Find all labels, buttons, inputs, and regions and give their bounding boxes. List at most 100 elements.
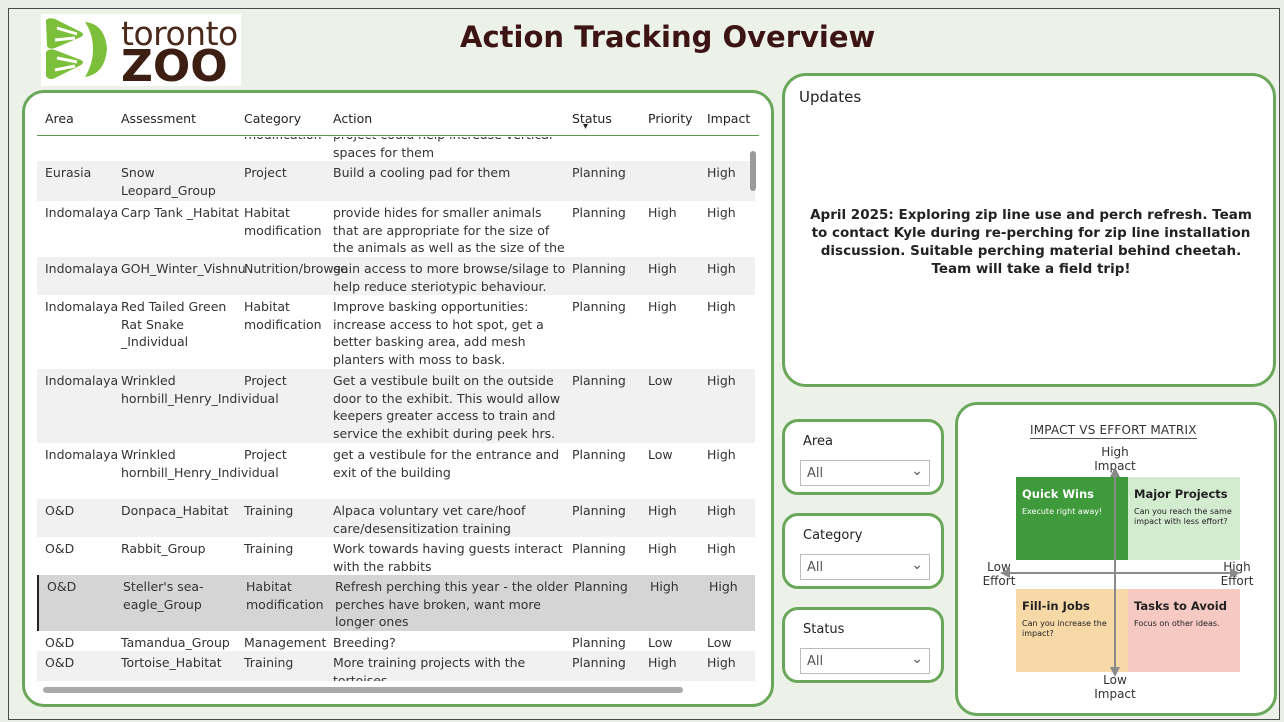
zoo-leaf-icon bbox=[46, 18, 107, 80]
cell-action: Build a cooling pad for them bbox=[333, 165, 511, 180]
category-dropdown-value: All bbox=[807, 560, 824, 575]
cell-status: Planning bbox=[572, 503, 626, 518]
cell-assessment: Steller's sea-eagle_Group bbox=[123, 579, 204, 612]
category-slicer: Category All ⌄ bbox=[782, 513, 944, 589]
cell-impact: High bbox=[707, 655, 736, 670]
table-row[interactable]: O&D Tortoise_Habitat Training More train… bbox=[37, 651, 755, 681]
cell-category: Habitat modification bbox=[244, 299, 322, 332]
table-row[interactable]: O&D Tamandua_Group Management Breeding? … bbox=[37, 631, 755, 651]
quadrant-quick-wins: Quick Wins Execute right away! bbox=[1016, 477, 1128, 560]
status-slicer-label: Status bbox=[803, 622, 845, 637]
updates-panel: Updates April 2025: Exploring zip line u… bbox=[782, 73, 1276, 387]
cell-impact: High bbox=[707, 205, 736, 220]
quadrant-title: Quick Wins bbox=[1022, 487, 1095, 501]
cell-status: Planning bbox=[572, 261, 626, 276]
cell-action: Breeding? bbox=[333, 635, 396, 650]
cell-action: More training projects with the tortoise… bbox=[333, 655, 526, 681]
table-row[interactable]: Indomalaya GOH_Winter_Vishnu Nutrition/b… bbox=[37, 257, 755, 295]
cell-area: Indomalaya bbox=[45, 299, 119, 314]
col-header-priority[interactable]: Priority bbox=[648, 111, 693, 126]
col-header-assessment[interactable]: Assessment bbox=[121, 111, 196, 126]
cell-status: Planning bbox=[572, 635, 626, 650]
cell-category: Nutrition/browse bbox=[244, 261, 348, 276]
col-header-status[interactable]: Status bbox=[572, 111, 612, 126]
quadrant-title: Tasks to Avoid bbox=[1134, 599, 1227, 613]
cell-impact: High bbox=[707, 447, 736, 462]
cell-category: modification bbox=[244, 137, 328, 144]
cell-priority: High bbox=[648, 261, 677, 276]
cell-impact: High bbox=[707, 299, 736, 314]
status-dropdown[interactable]: All ⌄ bbox=[800, 648, 930, 674]
table-header: Area Assessment Category Action Status ▾… bbox=[37, 101, 759, 136]
quadrant-sub: Focus on other ideas. bbox=[1134, 619, 1220, 628]
page-title: Action Tracking Overview bbox=[460, 20, 876, 54]
area-slicer-label: Area bbox=[803, 434, 833, 449]
table-row[interactable]: O&D Rabbit_Group Training Work towards h… bbox=[37, 537, 755, 575]
area-slicer: Area All ⌄ bbox=[782, 419, 944, 495]
cell-action: get a vestibule for the entrance and exi… bbox=[333, 447, 560, 480]
cell-area: Indomalaya bbox=[45, 447, 119, 462]
action-table-panel: Area Assessment Category Action Status ▾… bbox=[22, 90, 774, 707]
table-row[interactable]: Indomalaya Wrinkled hornbill_Henry_Indiv… bbox=[37, 369, 755, 443]
cell-category: Training bbox=[244, 655, 294, 670]
sort-desc-icon: ▾ bbox=[583, 121, 589, 132]
table-row[interactable]: Indomalaya Red Tailed Green Rat Snake _I… bbox=[37, 295, 755, 369]
col-header-action[interactable]: Action bbox=[333, 111, 372, 126]
cell-assessment: Carp Tank _Habitat bbox=[121, 205, 239, 220]
cell-assessment: Donpaca_Habitat bbox=[121, 503, 229, 518]
cell-status: Planning bbox=[572, 655, 626, 670]
matrix-title: IMPACT VS EFFORT MATRIX bbox=[1030, 423, 1197, 439]
cell-priority: Low bbox=[648, 447, 673, 462]
cell-area: Indomalaya bbox=[45, 261, 119, 276]
cell-action: Refresh perching this year - the older p… bbox=[335, 579, 569, 629]
quadrant-sub: Can you increase the impact? bbox=[1022, 619, 1107, 638]
cell-priority: Low bbox=[648, 373, 673, 388]
col-header-category[interactable]: Category bbox=[244, 111, 301, 126]
category-dropdown[interactable]: All ⌄ bbox=[800, 554, 930, 580]
cell-priority: High bbox=[648, 205, 677, 220]
cell-impact: High bbox=[707, 261, 736, 276]
table-row[interactable]: Eurasia Snow Leopard_Group Project Build… bbox=[37, 161, 755, 201]
cell-area: O&D bbox=[47, 579, 77, 594]
cell-area: Eurasia bbox=[45, 165, 92, 180]
impact-effort-matrix: IMPACT VS EFFORT MATRIX High Impact Low … bbox=[955, 402, 1277, 716]
cell-impact: High bbox=[709, 579, 738, 594]
cell-category: Project bbox=[244, 447, 287, 462]
cell-priority: High bbox=[648, 541, 677, 556]
cell-impact: High bbox=[707, 503, 736, 518]
quadrant-major-projects: Major Projects Can you reach the same im… bbox=[1128, 477, 1240, 560]
cell-area: O&D bbox=[45, 503, 75, 518]
cell-status: Planning bbox=[572, 447, 626, 462]
cell-category: Project bbox=[244, 165, 287, 180]
quadrant-sub: Can you reach the same impact with less … bbox=[1134, 507, 1232, 526]
cell-assessment: Wrinkled hornbill_Henry_Individual bbox=[121, 447, 279, 480]
table-row-partial[interactable]: modification project could help increase… bbox=[37, 137, 755, 161]
col-header-area[interactable]: Area bbox=[45, 111, 74, 126]
cell-area: Indomalaya bbox=[45, 205, 119, 220]
vertical-scrollbar[interactable] bbox=[750, 151, 756, 191]
table-row[interactable]: O&D Donpaca_Habitat Training Alpaca volu… bbox=[37, 499, 755, 537]
cell-action: Work towards having guests interact with… bbox=[333, 541, 563, 574]
cell-assessment: Red Tailed Green Rat Snake _Individual bbox=[121, 299, 227, 349]
updates-text: April 2025: Exploring zip line use and p… bbox=[810, 207, 1252, 277]
quadrant-title: Major Projects bbox=[1134, 487, 1228, 501]
status-dropdown-value: All bbox=[807, 654, 824, 669]
cell-category: Management bbox=[244, 635, 327, 650]
table-row-selected[interactable]: O&D Steller's sea-eagle_Group Habitat mo… bbox=[37, 575, 755, 631]
chevron-down-icon: ⌄ bbox=[911, 463, 923, 479]
cell-status: Planning bbox=[572, 165, 626, 180]
cell-assessment: Snow Leopard_Group bbox=[121, 165, 216, 198]
status-slicer: Status All ⌄ bbox=[782, 607, 944, 683]
area-dropdown-value: All bbox=[807, 466, 824, 481]
col-header-impact[interactable]: Impact bbox=[707, 111, 750, 126]
cell-action: Get a vestibule built on the outside doo… bbox=[333, 373, 561, 441]
cell-priority: Low bbox=[648, 635, 673, 650]
cell-assessment: Wrinkled hornbill_Henry_Individual bbox=[121, 373, 279, 406]
quadrant-fill-in-jobs: Fill-in Jobs Can you increase the impact… bbox=[1016, 589, 1128, 672]
table-row[interactable]: Indomalaya Carp Tank _Habitat Habitat mo… bbox=[37, 201, 755, 273]
table-row[interactable]: Indomalaya Wrinkled hornbill_Henry_Indiv… bbox=[37, 443, 755, 499]
cell-impact: High bbox=[707, 541, 736, 556]
horizontal-scrollbar[interactable] bbox=[43, 687, 683, 693]
updates-label: Updates bbox=[799, 88, 862, 106]
area-dropdown[interactable]: All ⌄ bbox=[800, 460, 930, 486]
